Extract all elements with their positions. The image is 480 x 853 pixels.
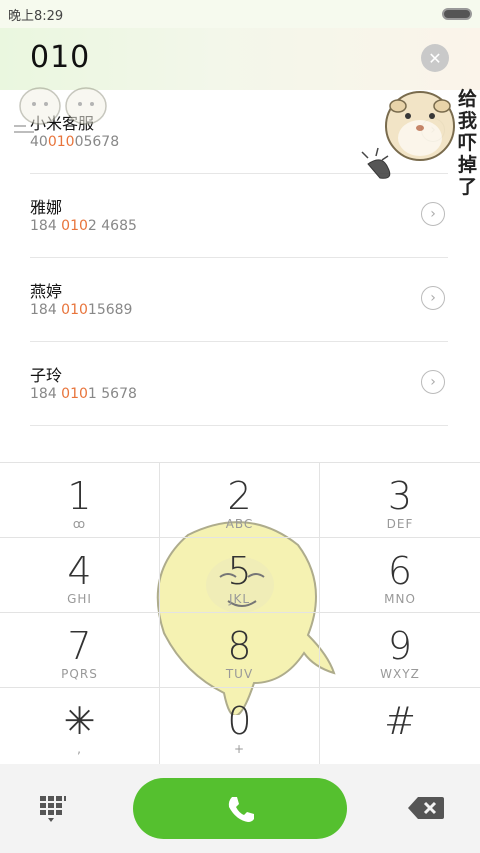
key-letters: JKL xyxy=(228,592,251,606)
phone-icon xyxy=(228,796,254,822)
dial-input-bar: 010 ✕ xyxy=(0,28,480,90)
battery-icon xyxy=(442,8,472,20)
clear-button[interactable]: ✕ xyxy=(421,44,449,72)
key-digit: 9 xyxy=(387,624,413,668)
number-suffix: 15689 xyxy=(87,302,133,318)
key-3[interactable]: 3 DEF xyxy=(320,462,480,537)
number-suffix: 2 4685 xyxy=(87,218,137,234)
contact-info-button[interactable]: › xyxy=(421,286,445,310)
number-match: 010 xyxy=(61,218,88,234)
dialpad-icon[interactable] xyxy=(38,794,68,824)
key-8[interactable]: 8 TUV xyxy=(160,612,320,687)
key-0[interactable]: 0 + xyxy=(160,687,320,764)
key-digit: 7 xyxy=(67,624,92,668)
status-time: 晚上8:29 xyxy=(8,8,64,24)
key-letters: + xyxy=(233,742,246,756)
number-prefix: 184 xyxy=(30,218,62,234)
sticker-caption: 给我吓掉了 xyxy=(458,88,478,198)
call-button[interactable] xyxy=(133,778,347,839)
key-9[interactable]: 9 WXYZ xyxy=(320,612,480,687)
key-letters: TUV xyxy=(225,667,254,681)
number-prefix: 184 xyxy=(30,302,62,318)
result-row[interactable]: 燕婷 184 01015689 › xyxy=(30,258,448,342)
key-letters: DEF xyxy=(386,517,414,531)
key-digit: 1 xyxy=(67,474,92,518)
backspace-icon[interactable] xyxy=(408,796,444,820)
contact-info-button[interactable]: › xyxy=(421,370,445,394)
key-7[interactable]: 7 PQRS xyxy=(0,612,160,687)
key-digit: 3 xyxy=(387,474,413,518)
status-bar: 晚上8:29 xyxy=(0,0,480,28)
result-row[interactable]: 子玲 184 0101 5678 › xyxy=(30,342,448,426)
chevron-right-icon: › xyxy=(430,290,436,306)
contact-number: 184 0101 5678 xyxy=(30,386,137,402)
contact-name: 雅娜 xyxy=(30,198,63,217)
key-letters: , xyxy=(77,742,82,756)
key-digit: # xyxy=(384,699,416,743)
chevron-right-icon: › xyxy=(430,374,436,390)
contact-name: 燕婷 xyxy=(30,282,63,301)
key-letters: MNO xyxy=(384,592,416,606)
voicemail-icon: ꝏ xyxy=(72,517,87,531)
contact-number: 184 01015689 xyxy=(30,302,132,318)
bottom-action-bar xyxy=(0,764,480,853)
contact-name: 子玲 xyxy=(30,366,63,385)
number-prefix: 184 xyxy=(30,386,62,402)
close-icon: ✕ xyxy=(428,48,442,68)
key-5[interactable]: 5 JKL xyxy=(160,537,320,612)
number-suffix: 1 5678 xyxy=(87,386,137,402)
key-6[interactable]: 6 MNO xyxy=(320,537,480,612)
number-match: 010 xyxy=(61,386,88,402)
hamster-sticker-left xyxy=(14,87,107,133)
chevron-right-icon: › xyxy=(430,206,436,222)
key-4[interactable]: 4 GHI xyxy=(0,537,160,612)
key-digit: 2 xyxy=(227,474,252,518)
key-letters: WXYZ xyxy=(380,667,420,681)
contact-number: 184 0102 4685 xyxy=(30,218,137,234)
key-digit: 4 xyxy=(67,549,92,593)
key-star[interactable]: ✳ , xyxy=(0,687,160,764)
key-letters: PQRS xyxy=(61,667,98,681)
key-hash[interactable]: # xyxy=(320,687,480,764)
key-2[interactable]: 2 ABC xyxy=(160,462,320,537)
key-digit: 5 xyxy=(227,549,252,593)
contact-info-button[interactable]: › xyxy=(421,202,445,226)
key-digit: ✳ xyxy=(63,699,96,743)
dial-number-display[interactable]: 010 xyxy=(30,40,90,75)
key-digit: 6 xyxy=(387,549,413,593)
key-digit: 0 xyxy=(227,699,252,743)
key-digit: 8 xyxy=(227,624,252,668)
key-1[interactable]: 1 ꝏ xyxy=(0,462,160,537)
dial-keypad: 1 ꝏ 2 ABC 3 DEF 4 GHI 5 JKL 6 MNO 7 PQRS… xyxy=(0,462,480,764)
key-letters: ABC xyxy=(225,517,254,531)
key-letters: GHI xyxy=(67,592,92,606)
number-match: 010 xyxy=(61,302,88,318)
